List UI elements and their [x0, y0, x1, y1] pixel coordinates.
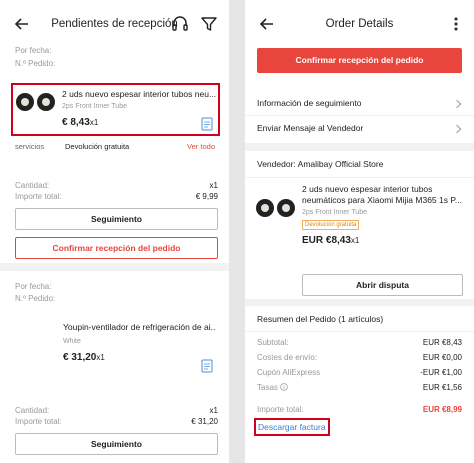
summary-title: Resumen del Pedido (1 artículos) — [257, 314, 384, 324]
menu-item-label: Enviar Mensaje al Vendedor — [257, 123, 364, 133]
quantity-label: Cantidad: — [15, 406, 50, 415]
product-qty: x1 — [89, 118, 99, 127]
quantity-value: x1 — [209, 181, 218, 190]
tracking-button[interactable]: Seguimiento — [15, 208, 218, 230]
product-qty: x1 — [350, 236, 360, 245]
product-title[interactable]: 2 uds nuevo espesar interior tubos neumá… — [302, 184, 468, 206]
invoice-icon[interactable] — [200, 117, 214, 131]
page-title: Order Details — [325, 18, 394, 30]
quantity-value: x1 — [209, 406, 218, 415]
action-menu: Información de seguimiento Enviar Mensaj… — [245, 87, 474, 143]
product-title: 2 uds nuevo espesar interior tubos neu..… — [62, 89, 217, 99]
service-row: servicios Devolución gratuita Ver todo — [15, 142, 215, 151]
download-invoice-link[interactable]: Descargar factura — [254, 418, 330, 436]
menu-item-tracking-info[interactable]: Información de seguimiento — [245, 91, 474, 116]
product-thumbnail — [16, 320, 56, 360]
product-thumbnail — [16, 91, 58, 113]
product-price: EUR €8,43 — [302, 235, 351, 246]
order-summary: Resumen del Pedido (1 artículos) Subtota… — [245, 306, 474, 463]
confirm-receipt-button[interactable]: Confirmar recepción del pedido — [15, 237, 218, 259]
order-number-label: N.º Pedido: — [15, 59, 56, 68]
more-dots-icon[interactable] — [449, 16, 463, 32]
summary-row-shipping: Costes de envío: EUR €0,00 — [257, 353, 462, 362]
headset-icon[interactable] — [170, 14, 190, 34]
product-item[interactable]: 2 uds nuevo espesar interior tubos neu..… — [11, 83, 220, 136]
product-qty: x1 — [96, 353, 105, 362]
total-label: Importe total: — [15, 192, 62, 201]
product-title: Youpin-ventilador de refrigeración de ai… — [63, 322, 215, 332]
quantity-label: Cantidad: — [15, 181, 50, 190]
tracking-button[interactable]: Seguimiento — [15, 433, 218, 455]
menu-item-label: Información de seguimiento — [257, 98, 362, 108]
fecha-label: Por fecha: — [15, 46, 52, 55]
pending-receipt-screen: Pendientes de recepción Por fecha: N.º P… — [0, 0, 229, 463]
open-dispute-button[interactable]: Abrir disputa — [302, 274, 463, 296]
product-price: € 8,43 — [62, 117, 90, 128]
menu-item-message-seller[interactable]: Enviar Mensaje al Vendedor — [245, 117, 474, 142]
info-icon[interactable] — [280, 383, 288, 391]
quantity-row: Cantidad: x1 — [15, 406, 218, 415]
confirm-receipt-button[interactable]: Confirmar recepción del pedido — [257, 48, 462, 73]
total-value: € 9,99 — [195, 192, 218, 201]
service-label: servicios — [15, 142, 45, 151]
chevron-right-icon — [452, 99, 462, 109]
order-details-screen: Order Details Confirmar recepción del pe… — [245, 0, 474, 463]
total-value: EUR €8,99 — [422, 405, 462, 414]
seller-card: Vendedor: Amalibay Official Store 2 uds … — [245, 151, 474, 299]
order-number-label: N.º Pedido: — [15, 294, 56, 303]
product-variant: 2ps Front Inner Tube — [62, 103, 127, 110]
product-thumbnail — [256, 197, 298, 219]
total-row: Importe total: € 9,99 — [15, 192, 218, 201]
chevron-right-icon — [452, 124, 462, 134]
filter-icon[interactable] — [199, 14, 219, 34]
see-all-link[interactable]: Ver todo — [187, 142, 215, 151]
invoice-icon[interactable] — [200, 359, 214, 373]
total-value: € 31,20 — [191, 417, 218, 426]
seller-name: Vendedor: Amalibay Official Store — [257, 159, 384, 169]
top-bar: Order Details Confirmar recepción del pe… — [245, 0, 474, 92]
order-card: Por fecha: N.º Pedido: Youpin-ventilador… — [0, 271, 229, 463]
product-price: € 31,20 — [63, 352, 97, 363]
total-label: Importe total: — [257, 405, 304, 414]
free-return-badge: Devolución gratuita — [302, 220, 360, 230]
page-title: Pendientes de recepción — [51, 18, 178, 30]
summary-row-total: Importe total: EUR €8,99 — [257, 405, 462, 414]
summary-row-coupon: Cupón AliExpress -EUR €1,00 — [257, 368, 462, 377]
total-label: Importe total: — [15, 417, 62, 426]
summary-row-taxes: Tasas EUR €1,56 — [257, 383, 462, 392]
service-value: Devolución gratuita — [65, 142, 130, 151]
summary-row-subtotal: Subtotal: EUR €8,43 — [257, 338, 462, 347]
fecha-label: Por fecha: — [15, 282, 52, 291]
product-item[interactable]: Youpin-ventilador de refrigeración de ai… — [11, 315, 220, 375]
order-card: Por fecha: N.º Pedido: 2 uds nuevo espes… — [0, 40, 229, 263]
product-variant: White — [63, 338, 81, 345]
product-variant: 2ps Front Inner Tube — [302, 209, 367, 216]
total-row: Importe total: € 31,20 — [15, 417, 218, 426]
quantity-row: Cantidad: x1 — [15, 181, 218, 190]
